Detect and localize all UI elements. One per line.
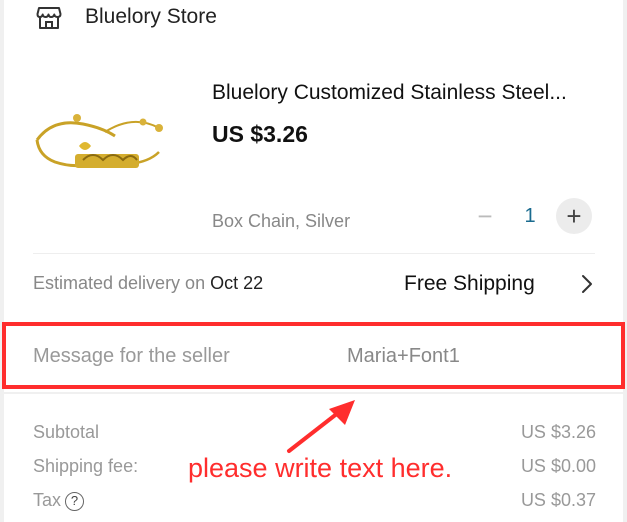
product-title[interactable]: Bluelory Customized Stainless Steel... — [212, 80, 567, 106]
quantity-value: 1 — [524, 205, 536, 227]
product-image[interactable] — [33, 110, 165, 178]
annotation-arrow — [287, 400, 355, 453]
highlight-box — [2, 322, 625, 389]
chevron-right-icon[interactable] — [578, 271, 596, 297]
product-variant[interactable]: Box Chain, Silver — [212, 210, 350, 232]
increase-quantity-button[interactable]: + — [556, 198, 592, 234]
shipping-method[interactable]: Free Shipping — [404, 271, 535, 297]
tax-label: Tax — [33, 490, 62, 510]
subtotal-label: Subtotal — [33, 422, 100, 442]
tax-row: Tax? — [33, 489, 85, 511]
estimated-delivery: Estimated delivery on Oct 22 — [33, 272, 263, 294]
delivery-label: Estimated delivery on — [33, 273, 206, 293]
store-name[interactable]: Bluelory Store — [85, 4, 217, 30]
annotation-text: please write text here. — [188, 453, 453, 483]
subtotal-value: US $3.26 — [520, 422, 596, 442]
shipping-fee-label: Shipping fee: — [33, 456, 139, 476]
shipping-fee-value: US $0.00 — [520, 456, 596, 476]
help-icon[interactable]: ? — [65, 491, 85, 511]
divider — [33, 253, 595, 254]
decrease-quantity-button[interactable]: − — [467, 198, 503, 234]
product-price: US $3.26 — [212, 121, 308, 147]
tax-value: US $0.37 — [520, 490, 596, 510]
store-icon — [36, 7, 62, 29]
delivery-date: Oct 22 — [210, 273, 264, 293]
